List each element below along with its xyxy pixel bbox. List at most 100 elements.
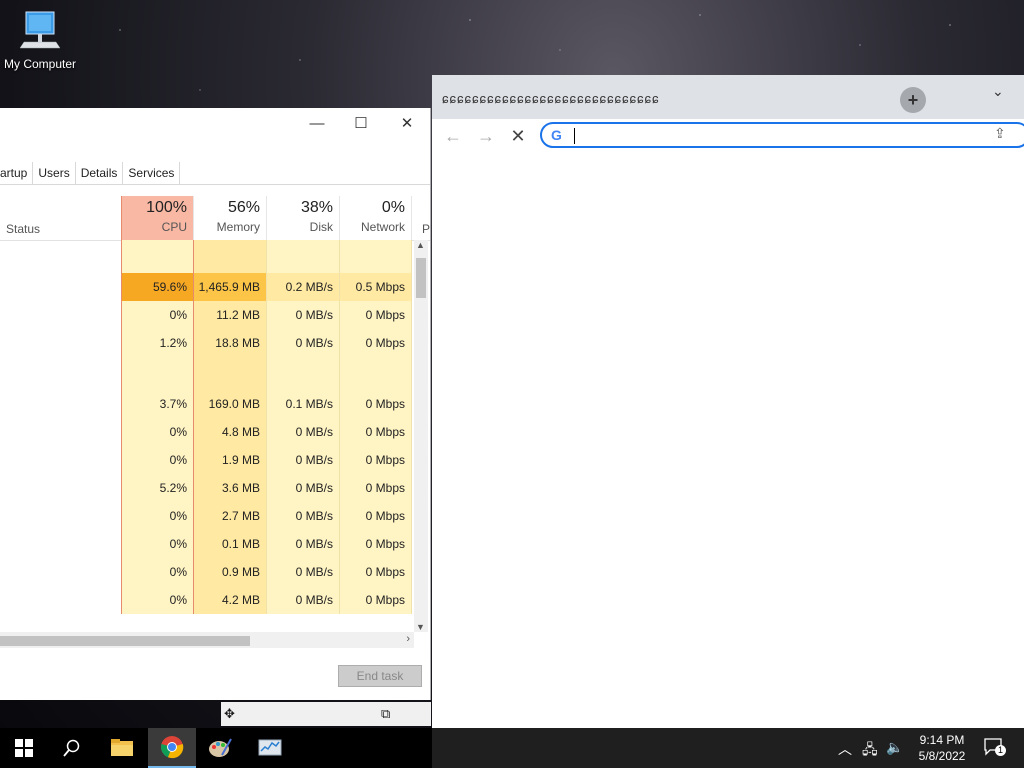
process-list: 59.6% 1,465.9 MB 0.2 MB/s 0.5 Mbps 0% 11.2 MB… bbox=[0, 240, 412, 632]
table-row[interactable]: 0% 11.2 MB 0 MB/s 0 Mbps bbox=[0, 301, 412, 329]
scroll-right-icon[interactable]: › bbox=[406, 633, 410, 645]
cell-disk: 0 MB/s bbox=[267, 530, 340, 558]
start-button[interactable] bbox=[0, 728, 48, 768]
address-bar[interactable]: G bbox=[540, 122, 1024, 148]
scroll-thumb[interactable] bbox=[416, 258, 426, 298]
move-icon[interactable]: ✥ bbox=[224, 706, 235, 722]
snip-icon[interactable]: ⧉ bbox=[381, 706, 390, 722]
google-g-icon: G bbox=[551, 127, 562, 143]
cell-network bbox=[340, 357, 412, 390]
clock[interactable]: 9:14 PM 5/8/2022 bbox=[910, 732, 974, 764]
cell-memory bbox=[194, 240, 267, 273]
cell-cpu: 3.7% bbox=[121, 390, 194, 418]
back-arrow-icon[interactable]: ← bbox=[442, 125, 464, 147]
network-icon[interactable]: 🖧 bbox=[862, 739, 878, 763]
table-row[interactable]: 0% 4.2 MB 0 MB/s 0 Mbps bbox=[0, 586, 412, 614]
cell-cpu: 0% bbox=[121, 586, 194, 614]
cell-memory: 4.8 MB bbox=[194, 418, 267, 446]
maximize-button[interactable]: ☐ bbox=[338, 108, 384, 138]
cell-network: 0 Mbps bbox=[340, 418, 412, 446]
cell-memory: 1,465.9 MB bbox=[194, 273, 267, 301]
network-percent: 0% bbox=[381, 199, 405, 216]
cell-network: 0.5 Mbps bbox=[340, 273, 412, 301]
tab-details[interactable]: Details bbox=[76, 162, 124, 184]
cell-memory: 11.2 MB bbox=[194, 301, 267, 329]
cell-disk bbox=[267, 357, 340, 390]
cell-disk: 0 MB/s bbox=[267, 558, 340, 586]
table-row[interactable]: 0% 1.9 MB 0 MB/s 0 Mbps bbox=[0, 446, 412, 474]
column-header-row: Status 100% CPU 56% Memory 38% Disk 0% N… bbox=[0, 196, 430, 241]
text-caret bbox=[574, 128, 575, 144]
cell-network: 0 Mbps bbox=[340, 329, 412, 357]
search-button[interactable] bbox=[48, 728, 96, 768]
tab-search-chevron-icon[interactable]: ⌄ bbox=[992, 83, 1008, 99]
file-explorer-button[interactable] bbox=[98, 728, 146, 768]
column-header-cpu[interactable]: 100% CPU bbox=[121, 196, 194, 240]
desktop-icon-label: My Computer bbox=[3, 57, 77, 71]
show-hidden-icons-chevron-icon[interactable]: ︿ bbox=[838, 739, 852, 759]
cell-disk: 0.2 MB/s bbox=[267, 273, 340, 301]
share-icon[interactable]: ⇪ bbox=[994, 125, 1006, 142]
browser-content[interactable] bbox=[432, 153, 1024, 728]
memory-percent: 56% bbox=[227, 199, 260, 216]
windows-icon bbox=[15, 739, 33, 757]
tab-startup[interactable]: artup bbox=[0, 162, 34, 184]
cell-disk: 0 MB/s bbox=[267, 446, 340, 474]
cell-disk: 0 MB/s bbox=[267, 329, 340, 357]
forward-arrow-icon[interactable]: → bbox=[475, 125, 497, 147]
scroll-down-icon[interactable]: ▼ bbox=[416, 622, 425, 632]
chrome-button[interactable] bbox=[148, 728, 196, 768]
table-row[interactable]: 3.7% 169.0 MB 0.1 MB/s 0 Mbps bbox=[0, 390, 412, 418]
tab-services[interactable]: Services bbox=[123, 162, 181, 184]
minimize-button[interactable]: — bbox=[294, 108, 340, 138]
task-manager-window: — ☐ ✕ artup Users Details Services Statu… bbox=[0, 108, 431, 700]
folder-icon bbox=[111, 739, 133, 756]
column-header-network[interactable]: 0% Network bbox=[340, 196, 412, 240]
cell-memory bbox=[194, 357, 267, 390]
cell-network: 0 Mbps bbox=[340, 502, 412, 530]
disk-label: Disk bbox=[309, 220, 333, 234]
desktop-icon-my-computer[interactable]: My Computer bbox=[2, 8, 78, 71]
cpu-label: CPU bbox=[161, 220, 187, 234]
tab-strip: ɕɕɕɕɕɕɕɕɕɕɕɕɕɕɕɕɕɕɕɕɕɕɕɕɕɕɕɕɕ + ⌄ bbox=[432, 75, 1024, 119]
cell-disk: 0 MB/s bbox=[267, 474, 340, 502]
tab-titles[interactable]: ɕɕɕɕɕɕɕɕɕɕɕɕɕɕɕɕɕɕɕɕɕɕɕɕɕɕɕɕɕ bbox=[442, 91, 660, 106]
column-header-disk[interactable]: 38% Disk bbox=[267, 196, 340, 240]
cell-cpu: 0% bbox=[121, 446, 194, 474]
table-row[interactable]: 1.2% 18.8 MB 0 MB/s 0 Mbps bbox=[0, 329, 412, 357]
vertical-scrollbar[interactable]: ▲ ▼ bbox=[414, 240, 428, 632]
table-row[interactable]: 0% 0.1 MB 0 MB/s 0 Mbps bbox=[0, 530, 412, 558]
stop-loading-icon[interactable]: ✕ bbox=[507, 125, 529, 147]
scroll-up-icon[interactable]: ▲ bbox=[416, 240, 425, 250]
action-center-button[interactable]: 1 bbox=[984, 738, 1006, 756]
tab-users[interactable]: Users bbox=[33, 162, 76, 184]
table-row[interactable]: 59.6% 1,465.9 MB 0.2 MB/s 0.5 Mbps bbox=[0, 273, 412, 301]
cell-cpu: 0% bbox=[121, 558, 194, 586]
table-row[interactable]: 0% 2.7 MB 0 MB/s 0 Mbps bbox=[0, 502, 412, 530]
volume-icon[interactable]: 🔈 bbox=[886, 739, 903, 756]
cell-disk: 0 MB/s bbox=[267, 586, 340, 614]
group-header-row[interactable] bbox=[0, 357, 412, 390]
browser-toolbar: ← → ✕ G ⇪ bbox=[432, 119, 1024, 154]
group-header-row[interactable] bbox=[0, 240, 412, 273]
column-header-next[interactable]: P bbox=[422, 222, 430, 236]
new-tab-button[interactable]: + bbox=[900, 87, 926, 113]
column-header-memory[interactable]: 56% Memory bbox=[194, 196, 267, 240]
end-task-button[interactable]: End task bbox=[338, 665, 422, 687]
table-row[interactable]: 0% 0.9 MB 0 MB/s 0 Mbps bbox=[0, 558, 412, 586]
cell-network: 0 Mbps bbox=[340, 474, 412, 502]
close-button[interactable]: ✕ bbox=[384, 108, 430, 138]
task-manager-button[interactable] bbox=[246, 728, 294, 768]
cell-disk: 0 MB/s bbox=[267, 502, 340, 530]
title-bar[interactable]: — ☐ ✕ bbox=[0, 108, 430, 140]
table-row[interactable]: 0% 4.8 MB 0 MB/s 0 Mbps bbox=[0, 418, 412, 446]
table-row[interactable]: 5.2% 3.6 MB 0 MB/s 0 Mbps bbox=[0, 474, 412, 502]
hscroll-thumb[interactable] bbox=[0, 636, 250, 646]
cell-network: 0 Mbps bbox=[340, 390, 412, 418]
cpu-percent: 100% bbox=[146, 199, 187, 216]
cell-memory: 0.9 MB bbox=[194, 558, 267, 586]
paint-button[interactable] bbox=[196, 728, 244, 768]
column-header-status[interactable]: Status bbox=[6, 222, 40, 236]
cell-cpu bbox=[121, 240, 194, 273]
horizontal-scrollbar[interactable]: › bbox=[0, 632, 414, 648]
